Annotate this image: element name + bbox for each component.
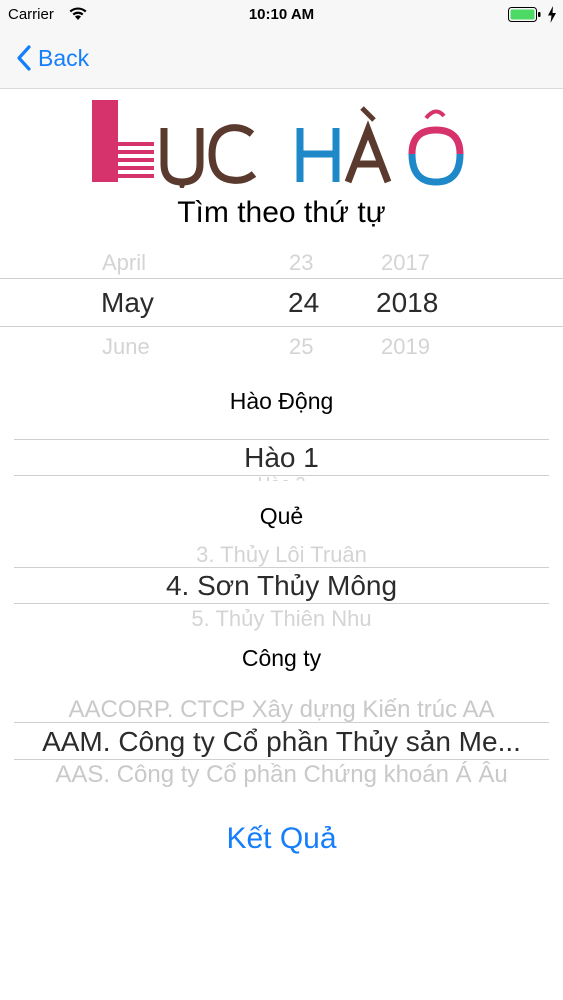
charging-icon xyxy=(548,6,556,23)
day-selected[interactable]: 24 xyxy=(288,287,319,319)
hao-dong-picker[interactable]: Hào 1 Hào 2 xyxy=(0,430,563,490)
month-prev[interactable]: April xyxy=(102,250,146,276)
date-picker-selection-bottom xyxy=(0,326,563,327)
year-next[interactable]: 2019 xyxy=(381,334,430,360)
navigation-bar: Back xyxy=(0,30,563,89)
hao-dong-label: Hào Động xyxy=(229,388,334,414)
que-next[interactable]: 5. Thủy Thiên Nhu xyxy=(0,606,563,632)
hao-dong-selected[interactable]: Hào 1 xyxy=(0,442,563,474)
day-prev[interactable]: 23 xyxy=(289,250,313,276)
que-selected[interactable]: 4. Sơn Thủy Mông xyxy=(0,570,563,602)
hao-dong-next[interactable]: Hào 2 xyxy=(0,474,563,481)
status-bar: Carrier 10:10 AM xyxy=(0,0,563,30)
hao-dong-selection-top xyxy=(14,439,549,440)
clock: 10:10 AM xyxy=(248,6,315,23)
battery-icon xyxy=(508,7,541,22)
cong-ty-selected[interactable]: AAM. Công ty Cổ phần Thủy sản Me... xyxy=(0,726,563,758)
back-label: Back xyxy=(38,44,90,71)
cong-ty-selection-top xyxy=(14,722,549,723)
cong-ty-selection-bottom xyxy=(14,759,549,760)
month-selected[interactable]: May xyxy=(101,287,154,319)
page-title: Tìm theo thứ tự xyxy=(177,196,386,229)
que-selection-bottom xyxy=(14,603,549,604)
cong-ty-next[interactable]: AAS. Công ty Cổ phần Chứng khoán Á Âu xyxy=(0,761,563,789)
ket-qua-button[interactable]: Kết Quả xyxy=(0,822,563,856)
cong-ty-picker[interactable]: AACORP. CTCP Xây dựng Kiến trúc AA AAM. … xyxy=(0,692,563,788)
cong-ty-label: Công ty xyxy=(241,645,322,671)
luc-hao-logo xyxy=(92,98,472,189)
que-picker[interactable]: 3. Thủy Lôi Truân 4. Sơn Thủy Mông 5. Th… xyxy=(0,538,563,632)
cong-ty-prev[interactable]: AACORP. CTCP Xây dựng Kiến trúc AA xyxy=(0,696,563,724)
date-picker[interactable]: April May June 23 24 25 2017 2018 2019 xyxy=(0,244,563,360)
year-prev[interactable]: 2017 xyxy=(381,250,430,276)
year-selected[interactable]: 2018 xyxy=(376,287,438,319)
back-button[interactable]: Back xyxy=(16,42,89,74)
que-label: Quẻ xyxy=(259,503,304,529)
date-picker-selection-top xyxy=(0,278,563,279)
day-next[interactable]: 25 xyxy=(289,334,313,360)
que-prev[interactable]: 3. Thủy Lôi Truân xyxy=(0,542,563,568)
que-selection-top xyxy=(14,567,549,568)
logo-graphic xyxy=(92,100,464,189)
chevron-left-icon xyxy=(17,45,31,71)
month-next[interactable]: June xyxy=(102,334,150,360)
